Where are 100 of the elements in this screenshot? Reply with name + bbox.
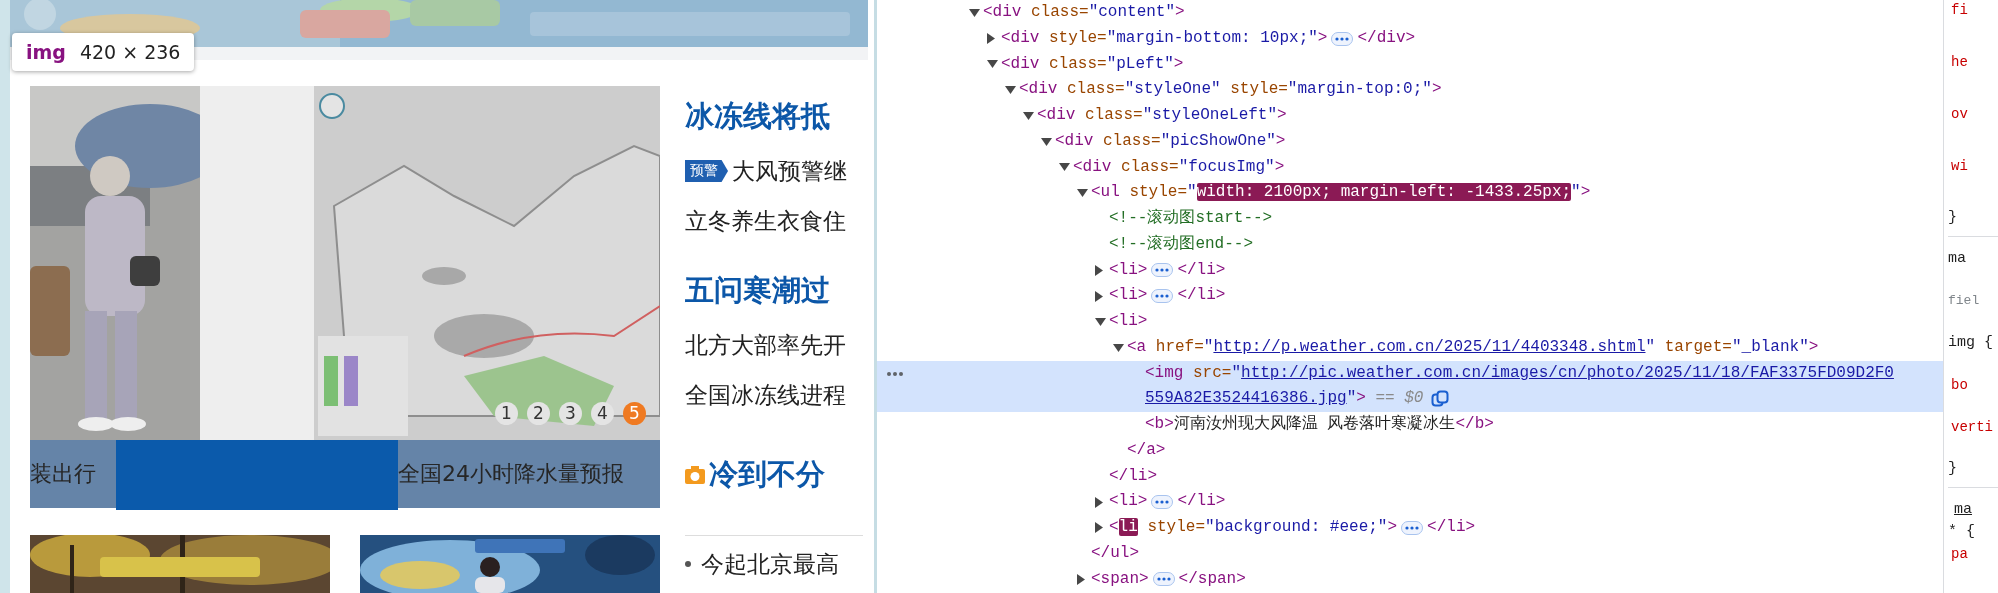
css-property: ov <box>1950 105 1968 124</box>
css-property: wi <box>1950 157 1968 176</box>
tree-row[interactable]: <div class="pLeft"> <box>877 51 1943 78</box>
caret-right-icon[interactable] <box>1095 522 1103 534</box>
link[interactable]: 559A82E3524416386.jpg <box>1145 389 1347 408</box>
caret-right-icon[interactable] <box>1095 290 1103 302</box>
ellipsis-icon[interactable] <box>1151 263 1174 278</box>
code-line: <li> <box>1109 259 1148 281</box>
tree-row[interactable]: <div class="focusImg"> <box>877 154 1943 181</box>
css-text: * { <box>1948 522 1975 542</box>
code-line: <div class="pLeft"> <box>1001 53 1184 75</box>
caret-right-icon[interactable] <box>1095 264 1103 276</box>
code-line: <div class="content"> <box>983 2 1185 23</box>
css-text: img { <box>1948 333 1993 353</box>
css-text: } <box>1948 459 1957 479</box>
tree-row[interactable]: <ul style="width: 2100px; margin-left: -1433.25px;"> <box>877 180 1943 206</box>
caret-right-icon[interactable] <box>1077 573 1085 585</box>
code-line: </li> <box>1177 259 1226 281</box>
code-line: <span> <box>1091 568 1149 590</box>
code-line: <div class="focusImg"> <box>1073 156 1285 178</box>
tree-row[interactable]: <li> <box>877 309 1943 335</box>
code-line: </div> <box>1357 27 1416 49</box>
link[interactable]: http://pic.weather.com.cn/images/cn/photo/2025/11/18/FAF3375FD09D2F0 <box>1241 363 1894 382</box>
css-property: bo <box>1950 376 1968 395</box>
headline-link[interactable]: 五问寒潮过 <box>685 260 863 320</box>
caret-down-icon[interactable] <box>1095 317 1106 326</box>
caret-down-icon[interactable] <box>969 8 980 17</box>
code-line: <img src="http://pic.weather.com.cn/images/cn/photo/2025/11/18/FAF3375FD09D2F0 <box>1145 362 1894 384</box>
code-line: <b>河南汝州现大风降温 风卷落叶寒凝冰生</b> <box>1145 413 1494 435</box>
tree-row[interactable]: <img src="http://pic.weather.com.cn/images/cn/photo/2025/11/18/FAF3375FD09D2F0 559A82E3524416386.jpg"> == $0 <box>877 360 1943 412</box>
tree-row[interactable]: <li> </li> <box>877 283 1943 309</box>
code-line: <li> <box>1109 285 1148 307</box>
tree-row[interactable]: <span> </span> <box>877 566 1943 593</box>
code-line: </li> <box>1177 491 1226 513</box>
caret-down-icon[interactable] <box>1005 86 1016 95</box>
news-link[interactable]: 北方大部率先开 <box>685 320 863 370</box>
tree-row[interactable]: <!--滚动图end--> <box>877 231 1943 258</box>
css-property: pa <box>1950 545 1968 564</box>
tooltip-tag: img <box>26 41 66 63</box>
caret-right-icon[interactable] <box>987 33 995 45</box>
code-line: <a href="http://p.weather.com.cn/2025/11/4403348.shtml" target="_blank"> <box>1127 336 1819 358</box>
tree-row[interactable]: <div style="margin-bottom: 10px;"> </div> <box>877 25 1943 52</box>
bullet-icon <box>685 561 691 567</box>
tree-row[interactable]: <a href="http://p.weather.com.cn/2025/11/4403348.shtml" target="_blank"> <box>877 334 1943 361</box>
ellipsis-icon[interactable] <box>1151 495 1174 510</box>
source-link[interactable]: ma <box>1948 500 1972 520</box>
caret-down-icon[interactable] <box>1077 189 1088 198</box>
caret-down-icon[interactable] <box>987 60 998 69</box>
code-line: <li> <box>1109 311 1148 332</box>
css-property: he <box>1950 53 1968 72</box>
caret-right-icon[interactable] <box>1095 496 1103 508</box>
code-line: </a> <box>1127 439 1166 461</box>
news-link[interactable]: 大风预警继 <box>732 155 847 187</box>
headline-link[interactable]: 冰冻线将抵 <box>685 86 863 146</box>
tree-row[interactable]: <div class="picShowOne"> <box>877 128 1943 155</box>
slide-caption[interactable]: 全国24小时降水量预报 <box>398 459 624 489</box>
tree-row[interactable]: <!--滚动图start--> <box>877 206 1943 232</box>
tree-row[interactable]: <li> </li> <box>877 257 1943 284</box>
tree-row[interactable]: <li> </li> <box>877 489 1943 515</box>
code-line: <div class="picShowOne"> <box>1055 130 1286 152</box>
caret-down-icon[interactable] <box>1113 343 1124 352</box>
tooltip-size: 420 × 236 <box>79 41 181 63</box>
code-line: <li style="background: #eee;"> <box>1109 517 1398 538</box>
news-link[interactable]: 全国冰冻线进程 <box>685 370 863 420</box>
tree-row[interactable]: <b>河南汝州现大风降温 风卷落叶寒凝冰生</b> <box>877 412 1943 438</box>
css-property: verti <box>1950 418 1993 437</box>
caret-down-icon[interactable] <box>1041 137 1052 146</box>
tree-row[interactable]: <div class="styleOne" style="margin-top:0;"> <box>877 77 1943 103</box>
tree-row[interactable]: <div class="content"> <box>877 0 1943 26</box>
ellipsis-icon[interactable] <box>1152 572 1175 587</box>
camera-icon <box>685 466 705 484</box>
news-link[interactable]: 今起北京最高 <box>701 548 839 580</box>
code-line: </span> <box>1178 568 1246 590</box>
ellipsis-icon[interactable] <box>1401 520 1424 535</box>
code-line: 559A82E3524416386.jpg"> == $0 <box>1145 388 1424 410</box>
css-text: } <box>1948 208 1957 228</box>
code-line: <ul style="width: 2100px; margin-left: -1433.25px;"> <box>1091 182 1591 204</box>
code-line: <!--滚动图start--> <box>1109 208 1273 229</box>
more-options-icon[interactable] <box>886 370 904 377</box>
code-line: </li> <box>1177 285 1226 307</box>
tree-row[interactable]: <li style="background: #eee;"> </li> <box>877 515 1943 541</box>
caret-down-icon[interactable] <box>1023 111 1034 120</box>
code-line: </ul> <box>1091 542 1139 564</box>
tree-row[interactable]: <div class="styleOneLeft"> <box>877 103 1943 129</box>
css-property: fi <box>1950 1 1968 20</box>
code-line: <div style="margin-bottom: 10px;"> <box>1001 27 1328 49</box>
headline-link[interactable]: 冷到不分 <box>709 455 825 495</box>
overlapping-squares-icon[interactable] <box>1431 390 1450 409</box>
link[interactable]: http://p.weather.com.cn/2025/11/4403348.shtml <box>1213 337 1646 356</box>
news-link[interactable]: 立冬养生衣食住 <box>685 196 863 246</box>
code-line: <li> <box>1109 491 1148 513</box>
slide-caption[interactable]: 装出行 <box>30 459 116 489</box>
caret-down-icon[interactable] <box>1059 163 1070 172</box>
ellipsis-icon[interactable] <box>1151 289 1174 304</box>
code-line: <div class="styleOneLeft"> <box>1037 105 1287 126</box>
code-line: </li> <box>1427 517 1476 538</box>
code-line: <!--滚动图end--> <box>1109 233 1253 255</box>
css-text: ma <box>1948 249 1966 269</box>
ellipsis-icon[interactable] <box>1331 31 1354 46</box>
code-line: <div class="styleOne" style="margin-top:0;"> <box>1019 79 1442 101</box>
